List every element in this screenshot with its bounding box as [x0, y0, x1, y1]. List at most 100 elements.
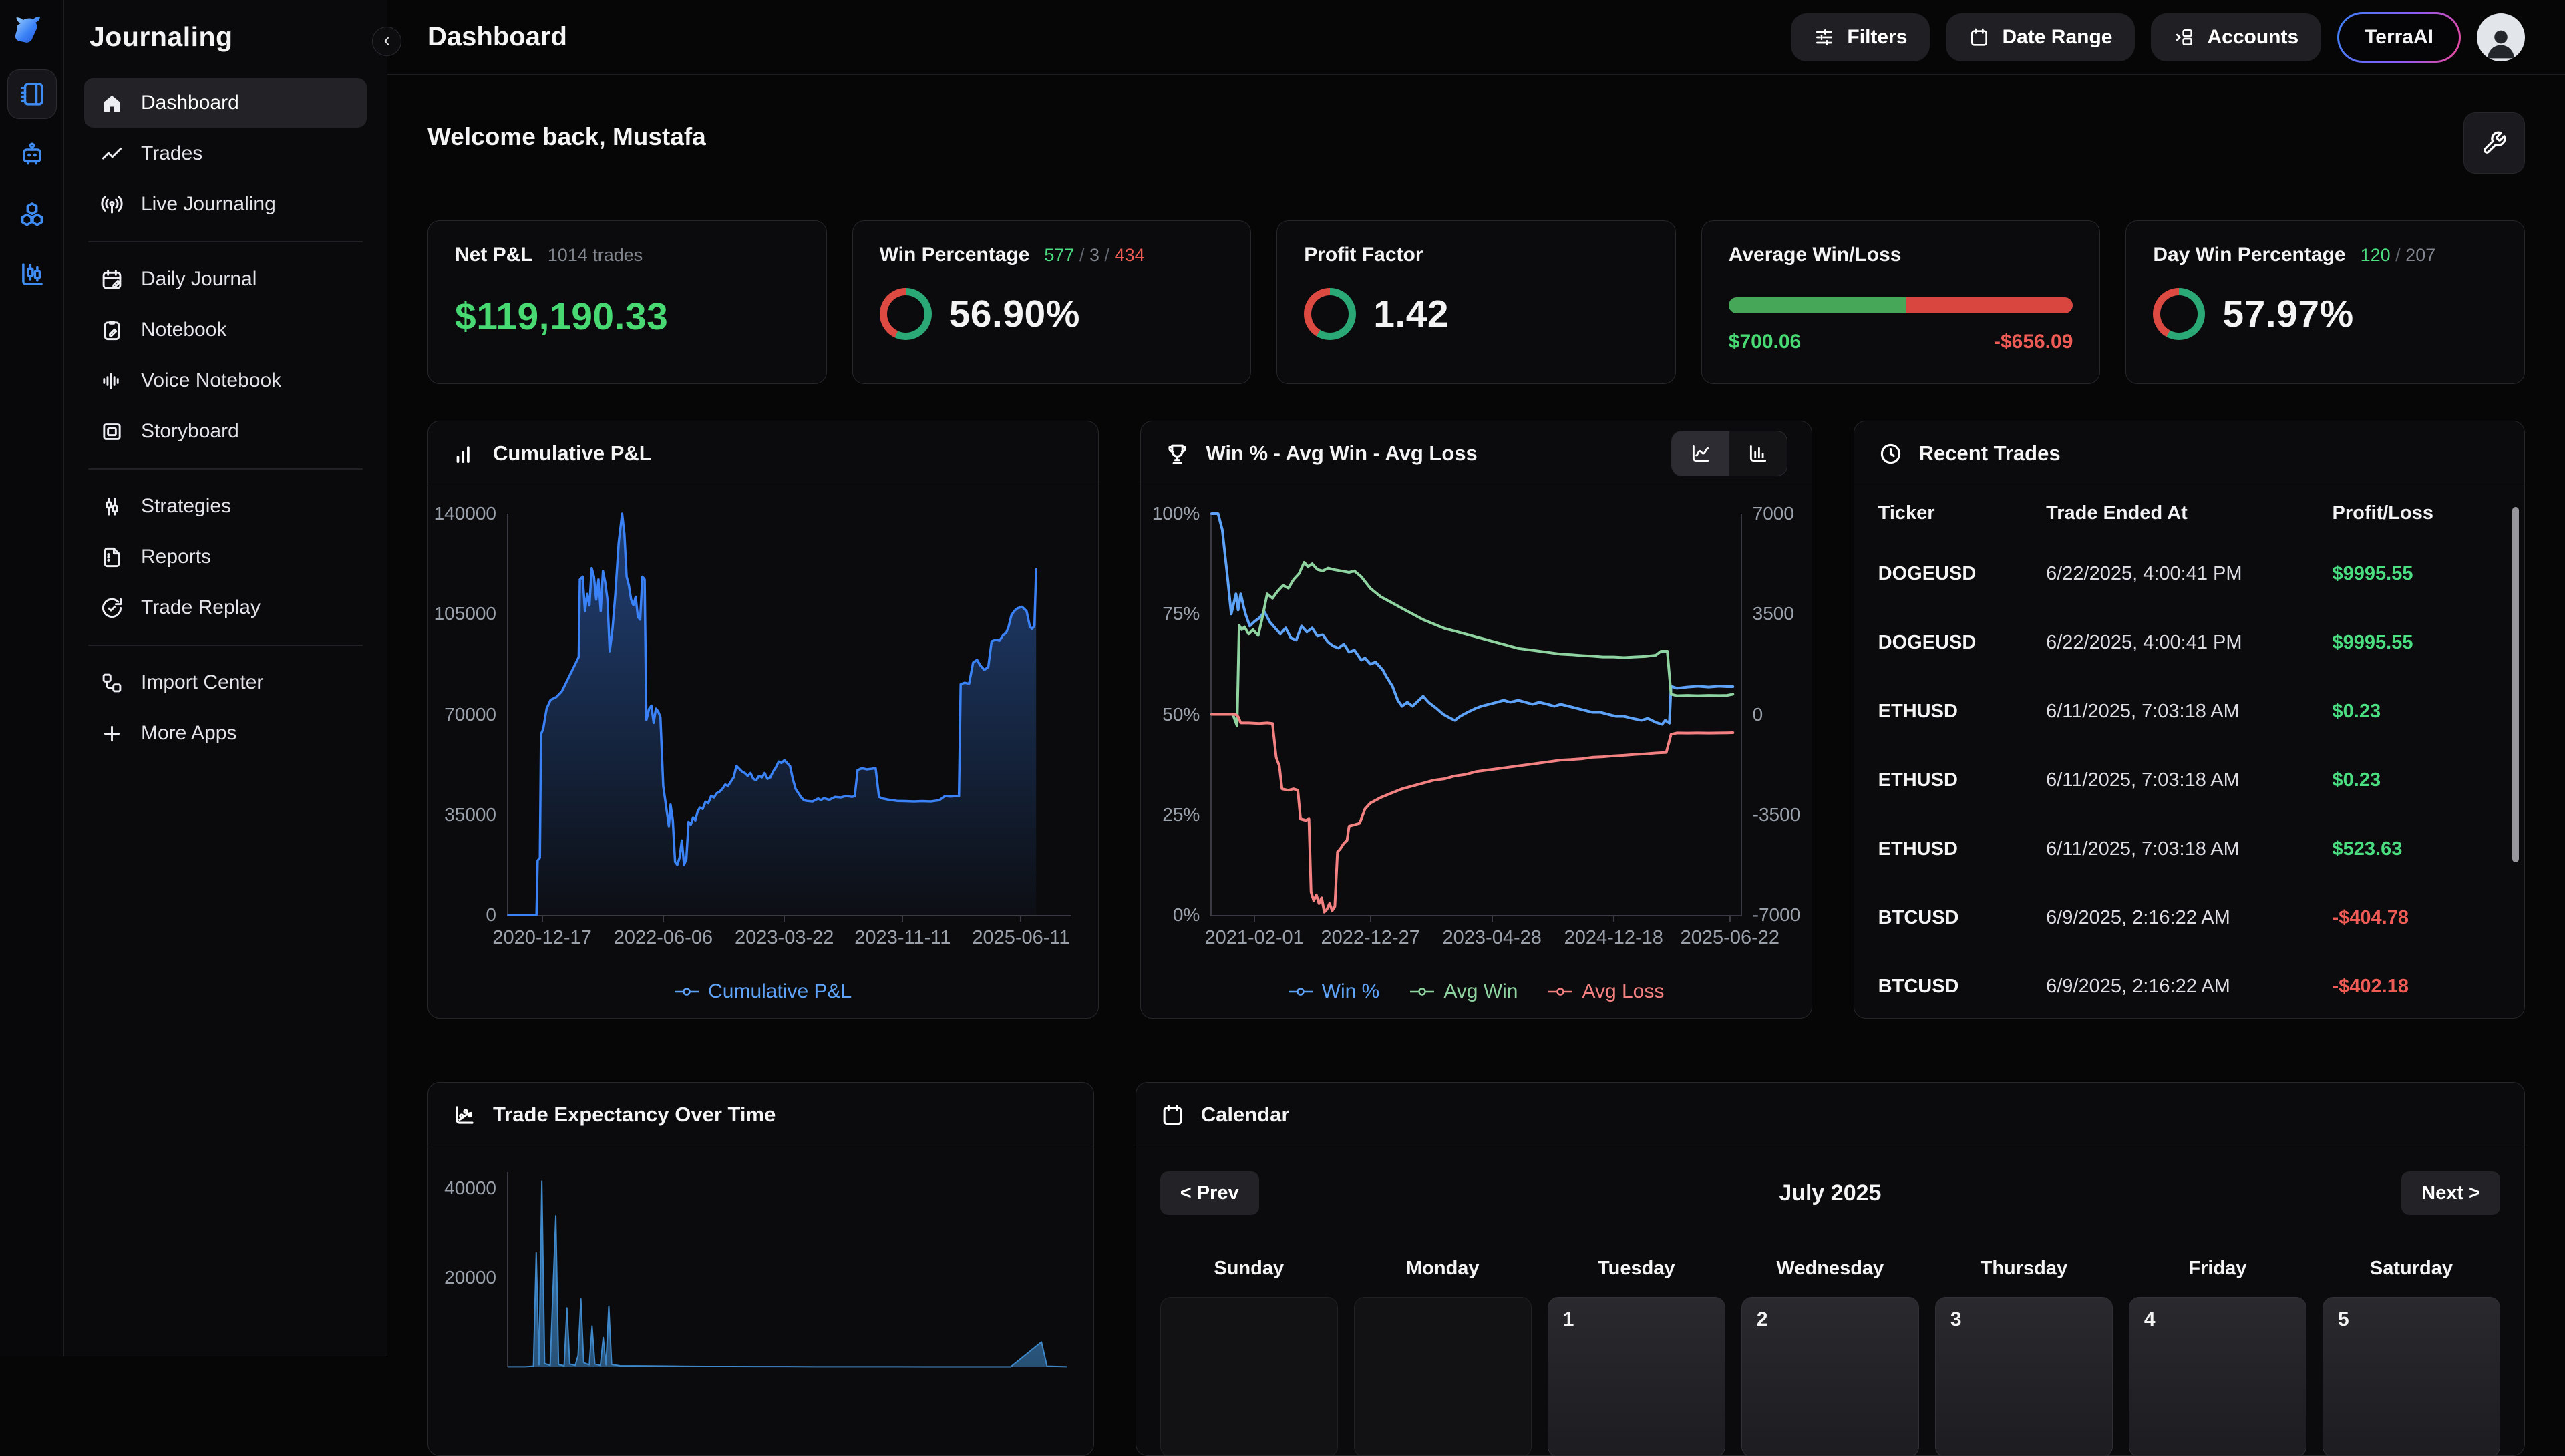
terra-ai-button[interactable]: TerraAI: [2337, 12, 2461, 63]
win-avg-card: Win % - Avg Win - Avg Loss: [1140, 421, 1812, 1019]
calendar-prev-button[interactable]: < Prev: [1160, 1171, 1259, 1215]
calendar-cell-empty[interactable]: [1160, 1297, 1338, 1456]
kpi-day-win-percentage[interactable]: Day Win Percentage 120 / 207 57.97%: [2125, 220, 2525, 384]
sidebar-item-strategies[interactable]: Strategies: [84, 482, 367, 531]
sidebar-item-dashboard[interactable]: Dashboard: [84, 78, 367, 128]
trade-ended-at: 6/11/2025, 7:03:18 AM: [2046, 838, 2332, 860]
sidebar-item-label: Import Center: [141, 671, 263, 694]
legend-item[interactable]: Win %: [1289, 980, 1380, 1003]
calendar-cell[interactable]: 3: [1935, 1297, 2113, 1456]
axis-tick-label: 0: [1753, 704, 1763, 725]
sidebar-divider: [88, 241, 363, 242]
avg-loss-value: -$656.09: [1994, 331, 2073, 353]
sidebar-item-label: Daily Journal: [141, 268, 256, 291]
sidebar-item-label: Storyboard: [141, 420, 239, 443]
app-root: ‹ Journaling Dashboard Trades Live Journ…: [0, 0, 2565, 1356]
axis-tick-label: 2023-11-11: [854, 927, 951, 949]
sidebar-item-live-journaling[interactable]: Live Journaling: [84, 180, 367, 229]
chart-title: Trade Expectancy Over Time: [493, 1103, 776, 1127]
axis-tick-label: 50%: [1162, 704, 1200, 725]
calendar-cell[interactable]: 2: [1741, 1297, 1919, 1456]
rail-candlesticks-button[interactable]: [7, 250, 57, 299]
calendar-day-headers: SundayMondayTuesdayWednesdayThursdayFrid…: [1136, 1258, 2524, 1280]
kpi-value: 56.90%: [949, 292, 1080, 336]
calendar-cell[interactable]: 5: [2323, 1297, 2500, 1456]
robot-icon: [18, 140, 46, 168]
sidebar-item-notebook[interactable]: Notebook: [84, 305, 367, 355]
sidebar-title: Journaling: [90, 21, 367, 53]
sidebar-item-trades[interactable]: Trades: [84, 129, 367, 178]
sidebar-item-label: Strategies: [141, 495, 231, 518]
sidebar-item-daily-journal[interactable]: Daily Journal: [84, 254, 367, 304]
trade-row[interactable]: DOGEUSD 6/22/2025, 4:00:41 PM $9995.55: [1878, 608, 2500, 677]
kpi-profit-factor[interactable]: Profit Factor 1.42: [1276, 220, 1676, 384]
calendar-card: Calendar < Prev July 2025 Next > SundayM…: [1136, 1082, 2525, 1456]
calendar-day-header: Tuesday: [1548, 1258, 1725, 1280]
trade-row[interactable]: DOGEUSD 6/22/2025, 4:00:41 PM $9995.55: [1878, 540, 2500, 608]
filters-button[interactable]: Filters: [1791, 13, 1930, 61]
legend-item[interactable]: Cumulative P&L: [675, 980, 852, 1003]
calendar-day-header: Wednesday: [1741, 1258, 1919, 1280]
person-icon: [2482, 24, 2520, 61]
bar-chart-toggle[interactable]: [1729, 431, 1787, 476]
sidebar-item-more-apps[interactable]: More Apps: [84, 709, 367, 758]
win-rate-ring: [880, 288, 932, 340]
trade-row[interactable]: ETHUSD 6/11/2025, 7:03:18 AM $0.23: [1878, 677, 2500, 746]
charts-row: Cumulative P&L 03500070000105000140000 2…: [428, 421, 2525, 1019]
icon-rail: [0, 0, 64, 1356]
sliders-v-icon: [100, 495, 124, 518]
filters-icon: [1814, 27, 1835, 48]
calendar-day-header: Monday: [1354, 1258, 1532, 1280]
avatar[interactable]: [2477, 13, 2525, 61]
plus-icon: [100, 722, 124, 745]
trade-ended-at: 6/9/2025, 2:16:22 AM: [2046, 976, 2332, 998]
trade-row[interactable]: BTCUSD 6/9/2025, 2:16:22 AM -$402.18: [1878, 952, 2500, 1019]
broadcast-icon: [100, 193, 124, 216]
axis-tick-label: 2022-06-06: [614, 927, 713, 949]
dashboard-content: Welcome back, Mustafa Net P&L 1014 trade…: [387, 75, 2565, 1356]
axis-tick-label: 7000: [1753, 503, 1794, 524]
trade-ended-at: 6/11/2025, 7:03:18 AM: [2046, 769, 2332, 791]
legend-item[interactable]: Avg Loss: [1548, 980, 1664, 1003]
line-chart-toggle[interactable]: [1672, 431, 1729, 476]
sidebar-item-import-center[interactable]: Import Center: [84, 658, 367, 707]
legend-item[interactable]: Avg Win: [1410, 980, 1518, 1003]
accounts-button[interactable]: Accounts: [2151, 13, 2321, 61]
kpi-average-win-loss[interactable]: Average Win/Loss $700.06 -$656.09: [1701, 220, 2101, 384]
table-scrollbar[interactable]: [2512, 507, 2519, 862]
trade-ticker: BTCUSD: [1878, 976, 2046, 998]
trade-ended-at: 6/22/2025, 4:00:41 PM: [2046, 632, 2332, 654]
date-range-button[interactable]: Date Range: [1946, 13, 2135, 61]
trade-ticker: BTCUSD: [1878, 907, 2046, 929]
axis-tick-label: 75%: [1162, 603, 1200, 624]
axis-tick-label: 2025-06-22: [1681, 927, 1779, 949]
sidebar-item-reports[interactable]: Reports: [84, 532, 367, 582]
sidebar-item-voice-notebook[interactable]: Voice Notebook: [84, 356, 367, 405]
rail-cubes-button[interactable]: [7, 190, 57, 239]
trade-ticker: ETHUSD: [1878, 769, 2046, 791]
kpi-win-percentage[interactable]: Win Percentage 577 / 3 / 434 56.90%: [852, 220, 1252, 384]
rail-journal-button[interactable]: [7, 69, 57, 119]
sidebar-item-storyboard[interactable]: Storyboard: [84, 407, 367, 456]
chart-type-toggle: [1671, 431, 1787, 476]
customize-button[interactable]: [2463, 112, 2525, 174]
trade-row[interactable]: ETHUSD 6/11/2025, 7:03:18 AM $523.63: [1878, 815, 2500, 884]
bull-logo-icon[interactable]: [13, 12, 51, 51]
kpi-title: Average Win/Loss: [1729, 244, 1902, 266]
axis-tick-label: 25%: [1162, 804, 1200, 826]
sidebar-item-trade-replay[interactable]: Trade Replay: [84, 583, 367, 632]
kpi-net-pnl[interactable]: Net P&L 1014 trades $119,190.33: [428, 220, 827, 384]
trade-row[interactable]: ETHUSD 6/11/2025, 7:03:18 AM $0.23: [1878, 746, 2500, 815]
sidebar-collapse-button[interactable]: ‹: [372, 27, 401, 56]
calendar-next-button[interactable]: Next >: [2401, 1171, 2500, 1215]
calendar-cell[interactable]: 4: [2129, 1297, 2306, 1456]
storyboard-icon: [100, 420, 124, 443]
trade-ended-at: 6/22/2025, 4:00:41 PM: [2046, 563, 2332, 585]
trade-row[interactable]: BTCUSD 6/9/2025, 2:16:22 AM -$404.78: [1878, 884, 2500, 952]
calendar-cell-empty[interactable]: [1354, 1297, 1532, 1456]
topbar: Dashboard Filters Date Range Accounts Te…: [387, 0, 2565, 75]
rail-robot-button[interactable]: [7, 130, 57, 179]
candlesticks-icon: [18, 260, 46, 289]
calendar-cell[interactable]: 1: [1548, 1297, 1725, 1456]
axis-tick-label: 100%: [1152, 503, 1200, 524]
